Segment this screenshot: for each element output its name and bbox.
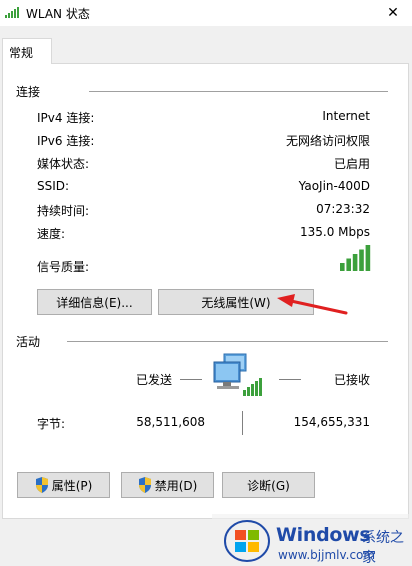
diagnose-button[interactable]: 诊断(G) bbox=[222, 472, 315, 498]
signal-bar bbox=[346, 258, 351, 271]
close-icon: ✕ bbox=[387, 5, 399, 21]
signal-strength-icon bbox=[340, 245, 371, 271]
connection-group-label: 连接 bbox=[16, 85, 41, 99]
bytes-received-value: 154,655,331 bbox=[293, 415, 370, 429]
window-title: WLAN 状态 bbox=[26, 7, 90, 21]
ipv4-value: Internet bbox=[322, 109, 370, 123]
activity-group-label: 活动 bbox=[16, 335, 41, 349]
bytes-label: 字节: bbox=[37, 417, 66, 431]
duration-label: 持续时间: bbox=[37, 204, 90, 218]
close-button[interactable]: ✕ bbox=[374, 0, 412, 26]
signal-bar bbox=[340, 263, 345, 271]
windows-logo-icon bbox=[224, 520, 270, 562]
bytes-sent-value: 58,511,608 bbox=[136, 415, 205, 429]
properties-button-label: 属性(P) bbox=[51, 478, 93, 493]
received-label: 已接收 bbox=[334, 373, 371, 387]
uac-shield-icon bbox=[35, 477, 48, 493]
speed-value: 135.0 Mbps bbox=[299, 225, 370, 239]
details-button-label: 详细信息(E)... bbox=[56, 295, 133, 310]
network-computer-icon bbox=[213, 353, 262, 396]
diagnose-button-label: 诊断(G) bbox=[247, 478, 290, 493]
red-arrow-annotation bbox=[277, 294, 348, 315]
tab-general-label: 常规 bbox=[9, 46, 34, 60]
properties-button[interactable]: 属性(P) bbox=[17, 472, 110, 498]
title-bar: WLAN 状态 ✕ bbox=[0, 0, 412, 26]
disable-button[interactable]: 禁用(D) bbox=[121, 472, 214, 498]
tab-general[interactable]: 常规 bbox=[2, 38, 52, 64]
bytes-divider bbox=[242, 411, 243, 435]
ssid-value: YaoJin-400D bbox=[298, 179, 370, 193]
ipv6-label: IPv6 连接: bbox=[37, 134, 95, 148]
ipv6-value: 无网络访问权限 bbox=[285, 134, 370, 148]
ipv4-label: IPv4 连接: bbox=[37, 111, 95, 125]
signal-bar bbox=[352, 254, 358, 271]
signal-bar bbox=[359, 249, 364, 271]
watermark-url: www.bjjmlv.com bbox=[278, 548, 376, 562]
wifi-signal-icon bbox=[5, 7, 19, 18]
activity-group-divider bbox=[67, 341, 388, 342]
details-button[interactable]: 详细信息(E)... bbox=[37, 289, 152, 315]
sent-label: 已发送 bbox=[136, 373, 173, 387]
media-state-label: 媒体状态: bbox=[37, 157, 90, 171]
signal-bar bbox=[365, 245, 371, 271]
ssid-label: SSID: bbox=[37, 179, 70, 193]
wireless-properties-button-label: 无线属性(W) bbox=[201, 295, 271, 310]
media-state-value: 已启用 bbox=[333, 157, 370, 171]
watermark: Windows 系统之家 www.bjjmlv.com bbox=[212, 514, 412, 566]
sent-line bbox=[180, 379, 202, 380]
received-line bbox=[279, 379, 301, 380]
tab-panel: 连接 IPv4 连接: Internet IPv6 连接: 无网络访问权限 媒体… bbox=[2, 63, 409, 519]
connection-group-divider bbox=[89, 91, 388, 92]
watermark-brand: Windows bbox=[276, 524, 371, 546]
uac-shield-icon bbox=[138, 477, 151, 493]
duration-value: 07:23:32 bbox=[316, 202, 370, 216]
speed-label: 速度: bbox=[37, 227, 66, 241]
disable-button-label: 禁用(D) bbox=[154, 478, 198, 493]
signal-quality-label: 信号质量: bbox=[37, 260, 90, 274]
